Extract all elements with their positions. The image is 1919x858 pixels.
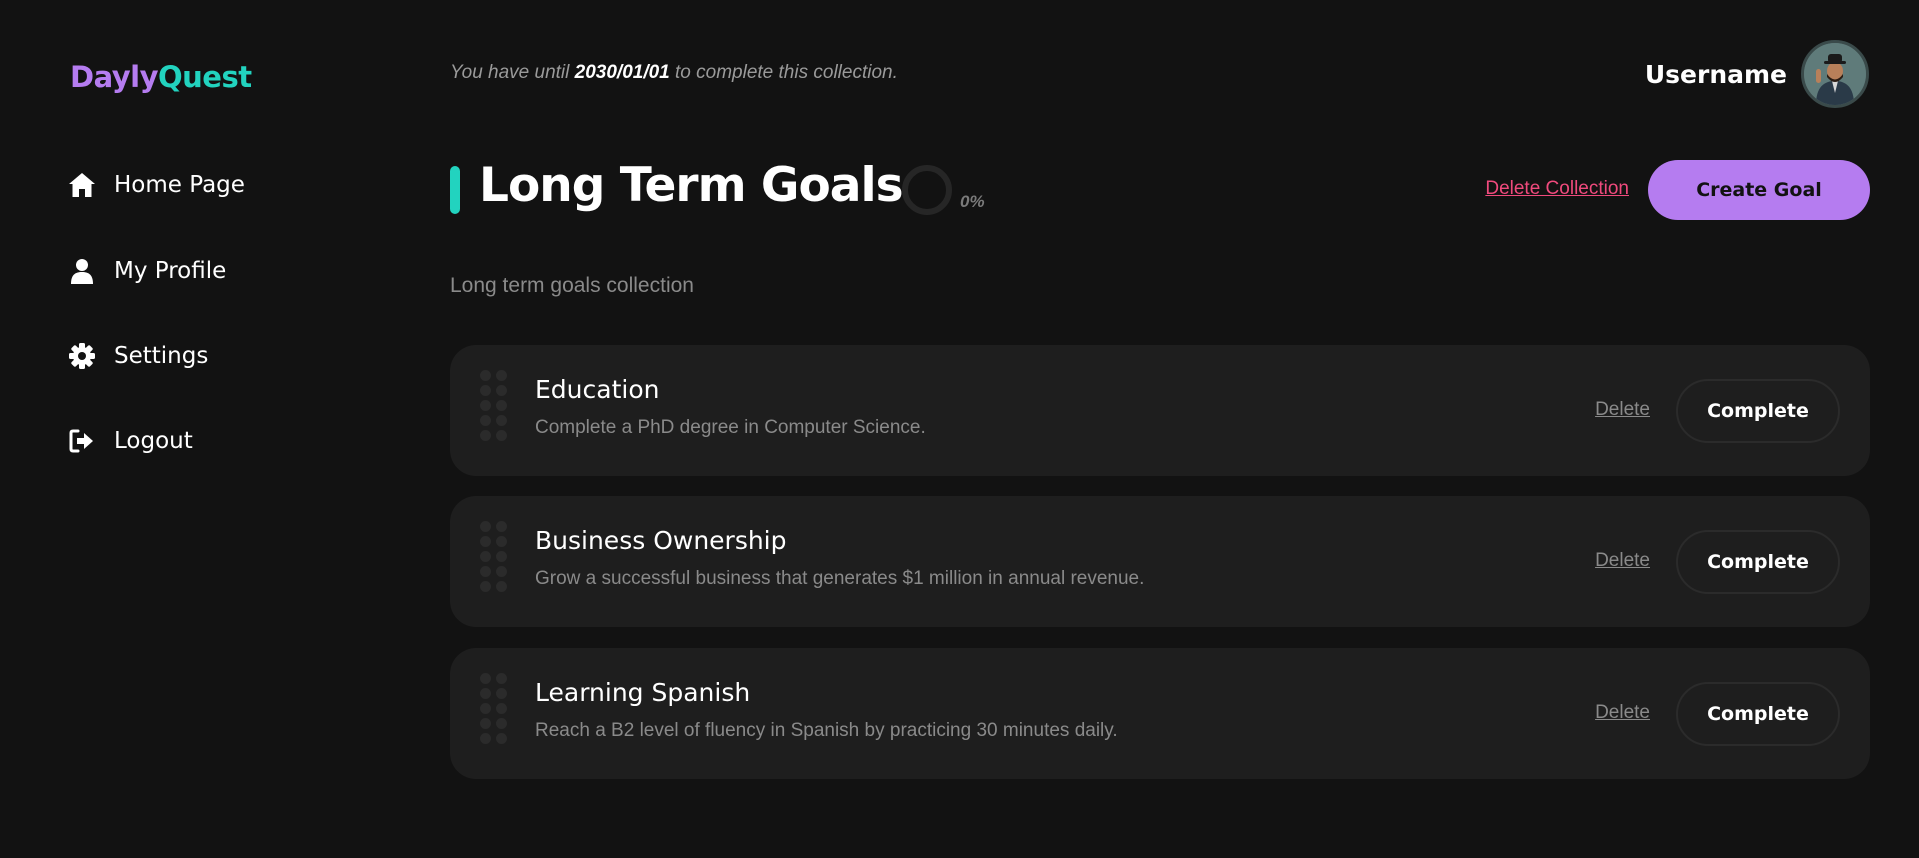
- user-menu[interactable]: Username: [1645, 40, 1869, 108]
- logo-part-1: Dayly: [70, 60, 159, 94]
- create-goal-button[interactable]: Create Goal: [1648, 160, 1870, 220]
- logo[interactable]: DaylyQuest: [70, 60, 252, 94]
- goal-delete-link[interactable]: Delete: [1595, 702, 1650, 724]
- goal-delete-link[interactable]: Delete: [1595, 550, 1650, 572]
- sidebar-item-label: Logout: [114, 428, 193, 454]
- avatar[interactable]: [1801, 40, 1869, 108]
- sidebar-item-home[interactable]: Home Page: [68, 171, 245, 199]
- goal-delete-link[interactable]: Delete: [1595, 399, 1650, 421]
- progress-percent: 0%: [960, 192, 985, 211]
- goal-description: Reach a B2 level of fluency in Spanish b…: [535, 720, 1118, 741]
- deadline-suffix: to complete this collection.: [675, 62, 898, 83]
- goal-complete-button[interactable]: Complete: [1676, 530, 1840, 594]
- collection-progress: 0%: [902, 165, 985, 215]
- page-title: Long Term Goals: [479, 158, 904, 213]
- logout-icon: [68, 427, 96, 455]
- sidebar-item-profile[interactable]: My Profile: [68, 257, 226, 285]
- goal-card: Business Ownership Grow a successful bus…: [450, 496, 1870, 627]
- drag-handle-icon[interactable]: [480, 521, 507, 592]
- username: Username: [1644, 59, 1787, 89]
- goal-complete-button[interactable]: Complete: [1676, 682, 1840, 746]
- goal-title: Business Ownership: [535, 526, 787, 555]
- collection-description: Long term goals collection: [450, 274, 694, 297]
- app: DaylyQuest Home Page My Profile Settings…: [0, 0, 1919, 858]
- home-icon: [68, 171, 96, 199]
- deadline-date: 2030/01/01: [574, 62, 670, 83]
- goal-description: Complete a PhD degree in Computer Scienc…: [535, 417, 926, 438]
- goal-description: Grow a successful business that generate…: [535, 568, 1145, 589]
- drag-handle-icon[interactable]: [480, 370, 507, 441]
- logo-part-2: Quest: [158, 60, 252, 94]
- sidebar-item-settings[interactable]: Settings: [68, 342, 208, 370]
- sidebar-item-label: My Profile: [114, 258, 227, 284]
- deadline-prefix: You have until: [450, 62, 570, 83]
- deadline-notice: You have until 2030/01/01 to complete th…: [450, 62, 898, 84]
- sidebar-item-label: Home Page: [114, 172, 245, 198]
- user-icon: [68, 257, 96, 285]
- goal-complete-button[interactable]: Complete: [1676, 379, 1840, 443]
- goal-title: Learning Spanish: [535, 678, 751, 707]
- sidebar-item-label: Settings: [114, 343, 209, 369]
- goal-card: Learning Spanish Reach a B2 level of flu…: [450, 648, 1870, 779]
- drag-handle-icon[interactable]: [480, 673, 507, 744]
- goal-card: Education Complete a PhD degree in Compu…: [450, 345, 1870, 476]
- title-accent-bar: [450, 166, 460, 214]
- sidebar-item-logout[interactable]: Logout: [68, 427, 193, 455]
- goal-title: Education: [535, 375, 660, 404]
- delete-collection-link[interactable]: Delete Collection: [1485, 178, 1629, 200]
- gear-icon: [68, 342, 96, 370]
- progress-ring: [902, 165, 952, 215]
